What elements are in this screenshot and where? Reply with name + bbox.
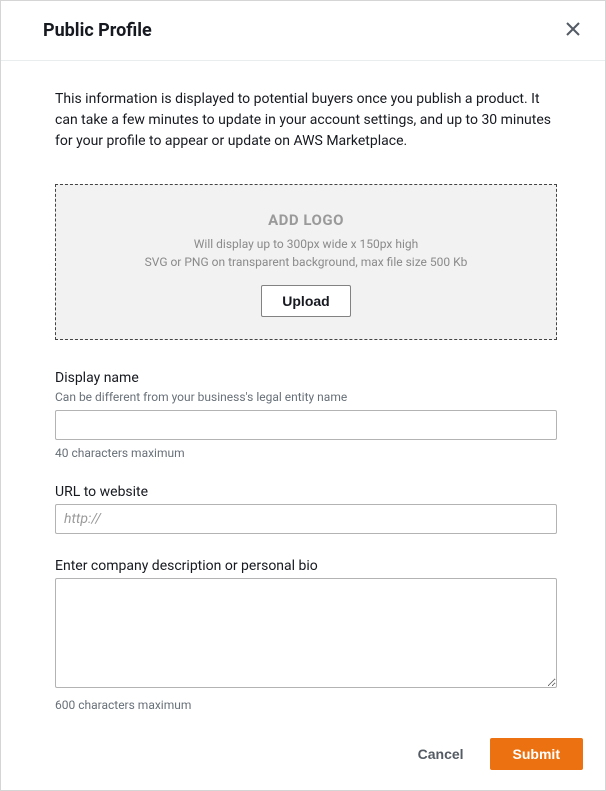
url-input[interactable] [55,504,557,534]
logo-dropzone-line1: Will display up to 300px wide x 150px hi… [76,235,536,253]
display-name-group: Display name Can be different from your … [55,370,557,460]
display-name-hint: Can be different from your business's le… [55,390,557,404]
cancel-button[interactable]: Cancel [410,738,472,770]
intro-text: This information is displayed to potenti… [55,89,557,152]
close-button[interactable] [563,19,583,42]
display-name-helper: 40 characters maximum [55,446,557,460]
logo-dropzone-title: ADD LOGO [76,211,536,229]
display-name-input[interactable] [55,410,557,440]
close-icon [565,21,581,40]
upload-button[interactable]: Upload [261,285,350,317]
description-textarea[interactable] [55,578,557,688]
description-group: Enter company description or personal bi… [55,558,557,712]
url-label: URL to website [55,484,557,500]
modal-body: This information is displayed to potenti… [1,61,605,724]
public-profile-modal: Public Profile This information is displ… [0,0,606,791]
modal-header: Public Profile [1,1,605,61]
modal-title: Public Profile [43,20,152,41]
modal-footer: Cancel Submit [1,724,605,790]
logo-dropzone-line2: SVG or PNG on transparent background, ma… [76,253,536,271]
submit-button[interactable]: Submit [490,738,583,770]
url-group: URL to website [55,484,557,534]
description-helper: 600 characters maximum [55,698,557,712]
logo-dropzone[interactable]: ADD LOGO Will display up to 300px wide x… [55,184,557,340]
description-label: Enter company description or personal bi… [55,558,557,574]
display-name-label: Display name [55,370,557,386]
